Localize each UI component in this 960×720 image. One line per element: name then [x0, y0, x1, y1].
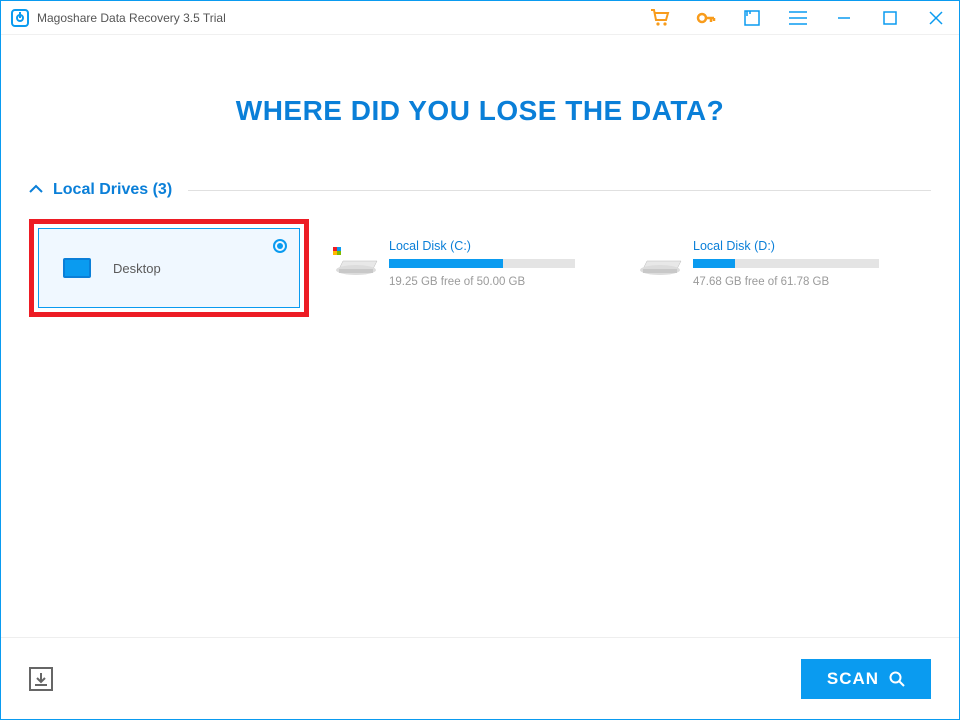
- desktop-icon: [63, 258, 91, 278]
- section-header[interactable]: Local Drives (3): [29, 181, 931, 199]
- disk-c-info: Local Disk (C:) 19.25 GB free of 50.00 G…: [389, 239, 613, 288]
- section-title: Local Drives (3): [53, 181, 172, 199]
- menu-button[interactable]: [775, 1, 821, 35]
- disk-d-icon: [637, 243, 685, 284]
- drive-c[interactable]: Local Disk (C:) 19.25 GB free of 50.00 G…: [333, 219, 613, 307]
- close-button[interactable]: [913, 1, 959, 35]
- disk-d-bar: [693, 259, 879, 268]
- chevron-up-icon: [29, 181, 43, 199]
- disk-icon-button[interactable]: [729, 1, 775, 35]
- app-title: Magoshare Data Recovery 3.5 Trial: [37, 11, 226, 25]
- cart-button[interactable]: [637, 1, 683, 35]
- maximize-button[interactable]: [867, 1, 913, 35]
- drive-desktop-highlight: Desktop: [29, 219, 309, 317]
- download-button[interactable]: [29, 667, 53, 691]
- page-headline: WHERE DID YOU LOSE THE DATA?: [29, 35, 931, 181]
- title-actions: [637, 1, 959, 34]
- minimize-button[interactable]: [821, 1, 867, 35]
- download-icon: [34, 672, 48, 686]
- scan-button-label: SCAN: [827, 669, 879, 689]
- disk-c-icon: [333, 243, 381, 284]
- section-divider: [188, 190, 931, 191]
- content-area: WHERE DID YOU LOSE THE DATA? Local Drive…: [1, 35, 959, 637]
- disk-d-bar-fill: [693, 259, 735, 268]
- radio-selected-icon: [273, 239, 287, 253]
- disk-d-title: Local Disk (D:): [693, 239, 917, 253]
- disk-c-free: 19.25 GB free of 50.00 GB: [389, 276, 613, 288]
- disk-c-bar: [389, 259, 575, 268]
- key-button[interactable]: [683, 1, 729, 35]
- scan-button[interactable]: SCAN: [801, 659, 931, 699]
- footer: SCAN: [1, 637, 959, 719]
- disk-d-free: 47.68 GB free of 61.78 GB: [693, 276, 917, 288]
- search-icon: [889, 671, 905, 687]
- drive-desktop-label: Desktop: [113, 261, 161, 276]
- drive-d[interactable]: Local Disk (D:) 47.68 GB free of 61.78 G…: [637, 219, 917, 307]
- disk-c-bar-fill: [389, 259, 503, 268]
- drives-row: Desktop Local D: [29, 199, 931, 317]
- app-window: Magoshare Data Recovery 3.5 Trial: [0, 0, 960, 720]
- disk-c-title: Local Disk (C:): [389, 239, 613, 253]
- titlebar: Magoshare Data Recovery 3.5 Trial: [1, 1, 959, 35]
- disk-d-info: Local Disk (D:) 47.68 GB free of 61.78 G…: [693, 239, 917, 288]
- drive-desktop[interactable]: Desktop: [38, 228, 300, 308]
- app-logo-icon: [11, 9, 29, 27]
